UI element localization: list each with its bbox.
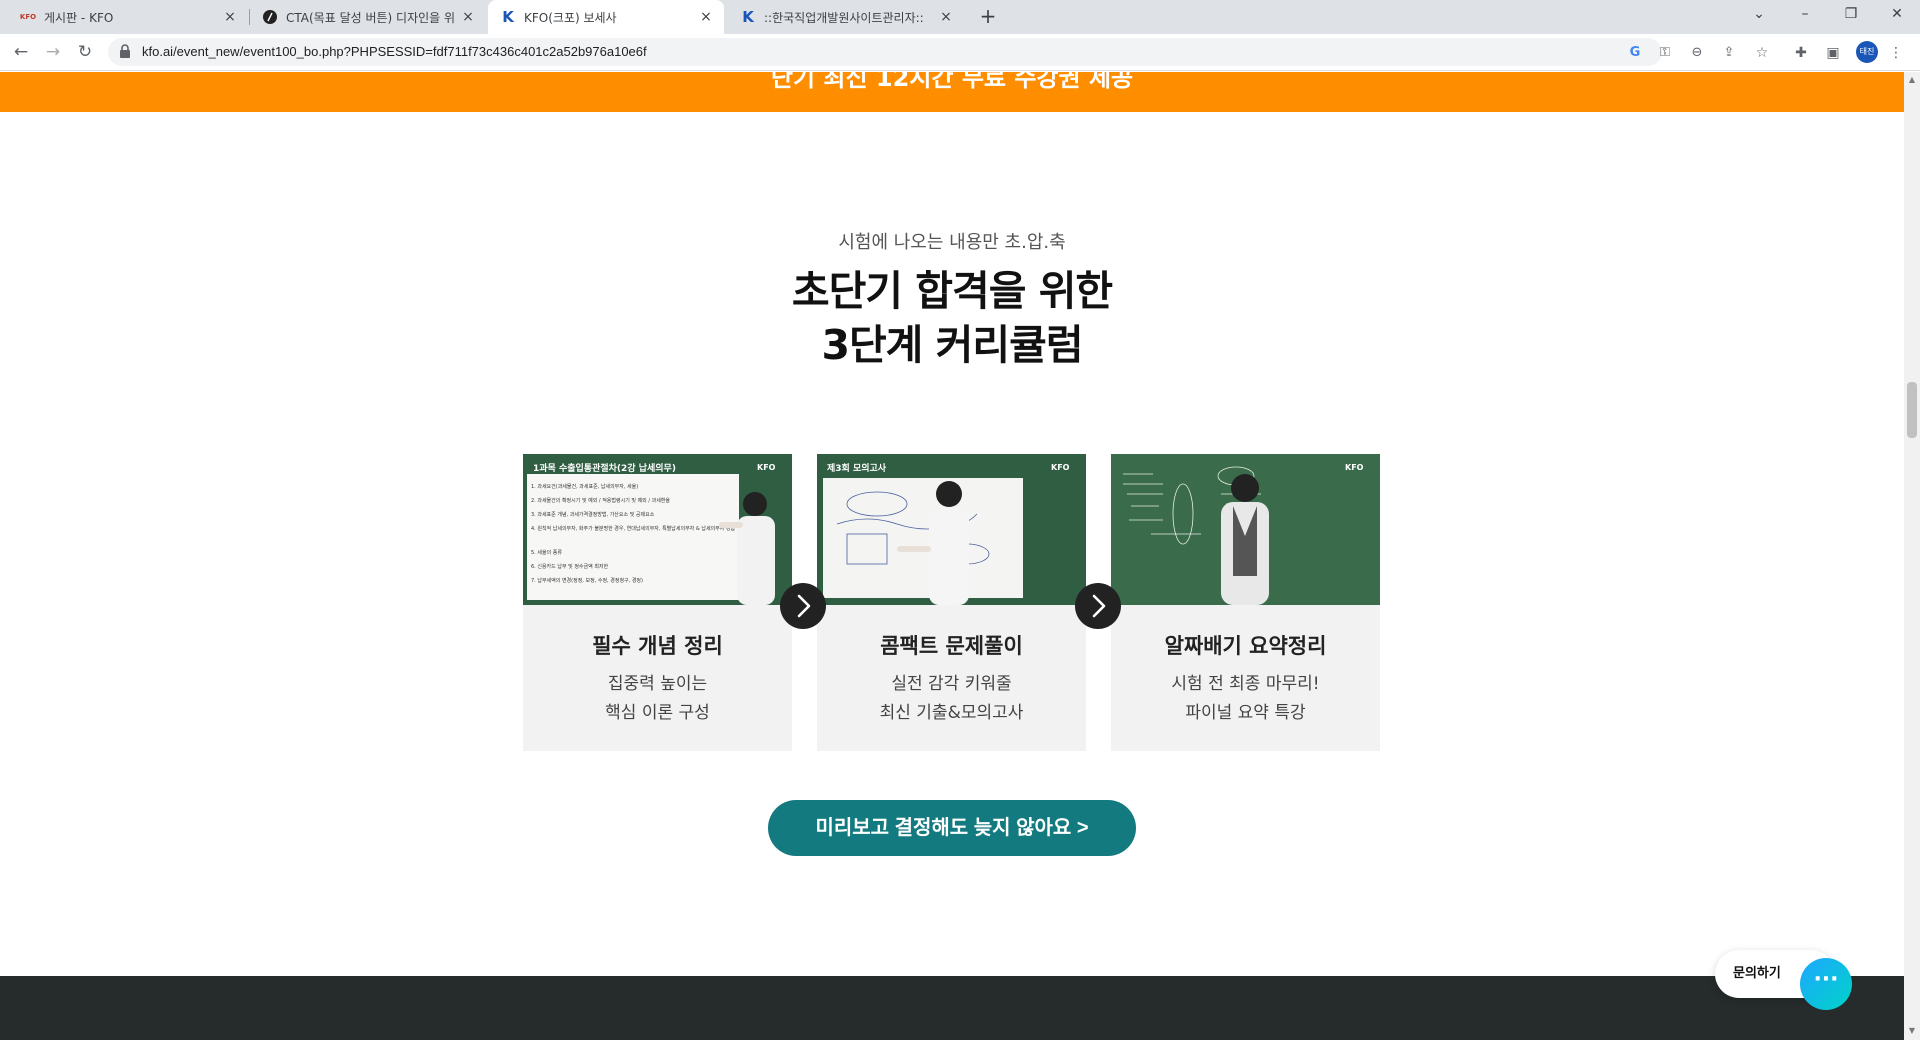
zoom-icon[interactable]: ⊖: [1688, 44, 1706, 62]
curriculum-card-1: 1과목 수출입통관절차(2강 납세의무) KFO 1. 과세요건(과세물건, 과…: [523, 454, 792, 751]
side-panel-icon[interactable]: ▣: [1823, 43, 1843, 63]
thumb-title: 1과목 수출입통관절차(2강 납세의무): [533, 462, 676, 474]
close-tab-icon[interactable]: ×: [938, 9, 954, 25]
browser-tab-1[interactable]: KFO 게시판 - KFO ×: [8, 0, 248, 34]
browser-tab-4[interactable]: K ::한국직업개발원사이트관리자:: ×: [728, 0, 964, 34]
reload-icon[interactable]: ↻: [72, 40, 98, 66]
more-menu-icon[interactable]: ⋮: [1886, 43, 1906, 63]
card-desc-line: 집중력 높이는: [607, 674, 708, 694]
card-title: 콤팩트 문제풀이: [880, 634, 1023, 658]
card-desc-line: 실전 감각 키워줄: [891, 674, 1012, 694]
chevron-right-icon: [780, 583, 826, 629]
board-line: 2. 과세물건의 확정시기 및 예외 / 적용법령시기 및 예외 / 과세환율: [531, 497, 670, 504]
headline-line-2: 3단계 커리큘럼: [821, 321, 1083, 369]
chevron-right-icon: [1075, 583, 1121, 629]
key-icon[interactable]: ⚿: [1656, 44, 1674, 62]
lock-icon: [120, 44, 130, 58]
dark-footer-band: [0, 976, 1904, 1040]
restore-button[interactable]: ❐: [1828, 0, 1874, 30]
k-logo-icon: K: [742, 8, 754, 26]
slash-circle-icon: [262, 9, 278, 25]
preview-cta-button[interactable]: 미리보고 결정해도 늦지 않아요 >: [768, 800, 1136, 856]
new-tab-button[interactable]: +: [976, 5, 1000, 29]
scroll-up-icon[interactable]: ▲: [1908, 76, 1916, 84]
tab-title: 게시판 - KFO: [44, 10, 114, 25]
page-viewport: 단기 최신 12시간 무료 수강권 제공 시험에 나오는 내용만 초.압.축 초…: [0, 72, 1904, 1040]
tab-search-chevron-icon[interactable]: ⌄: [1736, 0, 1782, 30]
section-headline: 초단기 합격을 위한 3단계 커리큘럼: [0, 264, 1904, 372]
close-tab-icon[interactable]: ×: [460, 9, 476, 25]
extensions-puzzle-icon[interactable]: ✚: [1791, 43, 1811, 63]
kfo-brand-mark: KFO: [1345, 463, 1364, 472]
kfo-brand-mark: KFO: [757, 463, 776, 472]
banner-text: 단기 최신 12시간 무료 수강권 제공: [770, 72, 1134, 92]
browser-toolbar: ← → ↻ kfo.ai/event_new/event100_bo.php?P…: [0, 34, 1920, 71]
board-line: 4. 원칙적 납세의무자, 화주가 불분명한 경우, 연대납세의무자, 특별납세…: [531, 525, 736, 532]
card-description: 집중력 높이는 핵심 이론 구성: [523, 670, 792, 728]
k-logo-icon: K: [502, 8, 514, 26]
card-desc-line: 파이널 요약 특강: [1185, 703, 1306, 723]
close-tab-icon[interactable]: ×: [698, 9, 714, 25]
forward-arrow-icon[interactable]: →: [40, 40, 66, 66]
card-title: 필수 개념 정리: [592, 634, 723, 658]
back-arrow-icon[interactable]: ←: [8, 40, 34, 66]
share-icon[interactable]: ⇪: [1720, 44, 1738, 62]
curriculum-card-3: KFO 알짜배기 요약정리 시험 전 최종 마무리! 파이널 요약 특강: [1111, 454, 1380, 751]
page-scrollbar[interactable]: ▲ ▼: [1904, 72, 1920, 1040]
address-bar[interactable]: kfo.ai/event_new/event100_bo.php?PHPSESS…: [108, 38, 1734, 66]
browser-tab-2[interactable]: CTA(목표 달성 버튼) 디자인을 위 ×: [250, 0, 486, 34]
card-description: 실전 감각 키워줄 최신 기출&모의고사: [817, 670, 1086, 728]
scroll-down-icon[interactable]: ▼: [1908, 1027, 1916, 1035]
bookmark-star-icon[interactable]: ☆: [1752, 43, 1772, 63]
card-desc-line: 시험 전 최종 마무리!: [1171, 674, 1320, 694]
board-line: 3. 과세표준 개념, 과세가격결정방법, 가산요소 및 공제요소: [531, 511, 655, 518]
tab-title: CTA(목표 달성 버튼) 디자인을 위: [286, 10, 456, 25]
curriculum-card-2: 제3회 모의고사 KFO 콤팩트 문제풀이 실전 감각 키워줄 최신 기출&모의…: [817, 454, 1086, 751]
board-line: 5. 세율의 종류: [531, 549, 562, 556]
close-window-button[interactable]: ✕: [1874, 0, 1920, 30]
minimize-button[interactable]: –: [1782, 0, 1828, 30]
lecture-thumbnail: 1과목 수출입통관절차(2강 납세의무) KFO 1. 과세요건(과세물건, 과…: [523, 454, 792, 605]
board-line: 6. 신용카드 납부 및 정수금액 최저한: [531, 563, 609, 570]
browser-tab-strip: KFO 게시판 - KFO × CTA(목표 달성 버튼) 디자인을 위 × K…: [0, 0, 1920, 34]
headline-line-1: 초단기 합격을 위한: [791, 267, 1113, 315]
kfo-brand-mark: KFO: [1051, 463, 1070, 472]
thumb-title: 제3회 모의고사: [827, 462, 887, 474]
scrollbar-thumb[interactable]: [1907, 382, 1917, 438]
card-desc-line: 최신 기출&모의고사: [879, 703, 1024, 723]
chat-bubble-icon[interactable]: ···: [1800, 958, 1852, 1010]
profile-avatar[interactable]: 태진: [1856, 41, 1878, 63]
lecture-thumbnail: 제3회 모의고사 KFO: [817, 454, 1086, 605]
close-tab-icon[interactable]: ×: [222, 9, 238, 25]
google-translate-icon[interactable]: G: [1626, 44, 1644, 62]
card-title: 알짜배기 요약정리: [1164, 634, 1327, 658]
board-line: 1. 과세요건(과세물건, 과세표준, 납세의무자, 세율): [531, 483, 638, 490]
card-description: 시험 전 최종 마무리! 파이널 요약 특강: [1111, 670, 1380, 728]
board-line: 7. 납부세액의 변경(정정, 보정, 수정, 경정청구, 경정): [531, 577, 643, 584]
tab-title: ::한국직업개발원사이트관리자::: [764, 10, 924, 25]
browser-tab-3-active[interactable]: K KFO(크포) 보세사 ×: [488, 0, 724, 34]
card-desc-line: 핵심 이론 구성: [605, 703, 710, 723]
lecture-thumbnail: KFO: [1111, 454, 1380, 605]
kfo-logo-icon: KFO: [19, 13, 37, 21]
section-subtitle: 시험에 나오는 내용만 초.압.축: [838, 232, 1066, 253]
orange-banner: 단기 최신 12시간 무료 수강권 제공: [0, 72, 1904, 112]
tab-title: KFO(크포) 보세사: [524, 10, 617, 25]
url-text: kfo.ai/event_new/event100_bo.php?PHPSESS…: [142, 44, 647, 59]
